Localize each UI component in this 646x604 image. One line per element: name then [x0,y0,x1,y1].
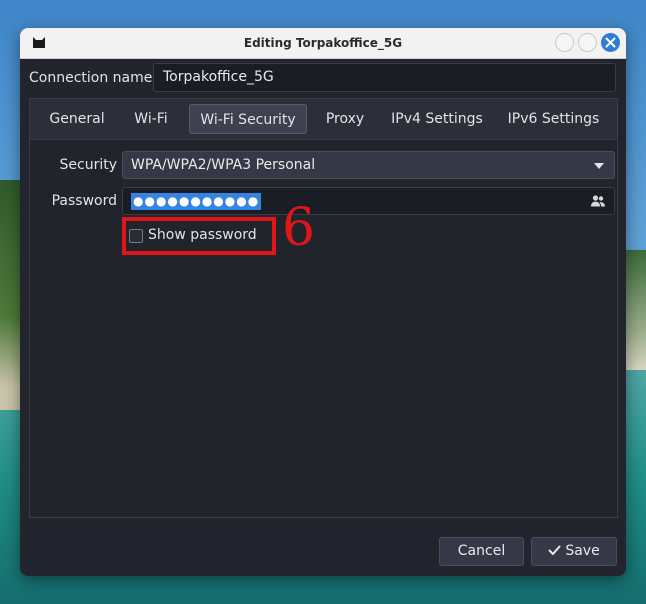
security-select[interactable]: WPA/WPA2/WPA3 Personal [122,151,615,179]
annotation-number: 6 [282,198,316,258]
save-label: Save [565,543,600,559]
tab-wifi[interactable]: Wi-Fi [126,99,176,139]
maximize-button[interactable] [578,33,597,52]
users-icon[interactable] [590,194,606,208]
close-icon [605,37,616,48]
tab-general[interactable]: General [40,99,114,139]
show-password-label[interactable]: Show password [148,227,257,243]
connection-name-label: Connection name [29,70,153,86]
security-selected-value: WPA/WPA2/WPA3 Personal [131,157,316,173]
password-field[interactable]: ●●●●●●●●●●● [122,187,615,215]
checkmark-icon [548,545,561,555]
password-masked-value: ●●●●●●●●●●● [131,193,262,210]
security-label: Security [59,157,118,173]
show-password-checkbox[interactable] [129,229,143,243]
cancel-label: Cancel [457,543,506,559]
connection-name-input[interactable]: Torpakoffice_5G [153,63,616,92]
tab-wifi-security[interactable]: Wi-Fi Security [189,104,307,134]
cancel-button[interactable]: Cancel [439,537,524,566]
password-label: Password [51,193,117,209]
minimize-button[interactable] [555,33,574,52]
connection-editor-window: Editing Torpakoffice_5G Connection name … [20,28,626,576]
close-button[interactable] [601,33,620,52]
dropdown-arrow-icon [594,163,604,169]
tab-bar: General Wi-Fi Wi-Fi Security Proxy IPv4 … [30,99,617,140]
save-button[interactable]: Save [531,537,617,566]
tab-ipv4-settings[interactable]: IPv4 Settings [385,99,489,139]
background-shore [626,250,646,370]
tab-ipv6-settings[interactable]: IPv6 Settings [501,99,606,139]
title-bar[interactable]: Editing Torpakoffice_5G [20,28,626,59]
settings-panel: General Wi-Fi Wi-Fi Security Proxy IPv4 … [29,98,618,518]
tab-proxy[interactable]: Proxy [316,99,374,139]
window-title: Editing Torpakoffice_5G [243,36,403,50]
